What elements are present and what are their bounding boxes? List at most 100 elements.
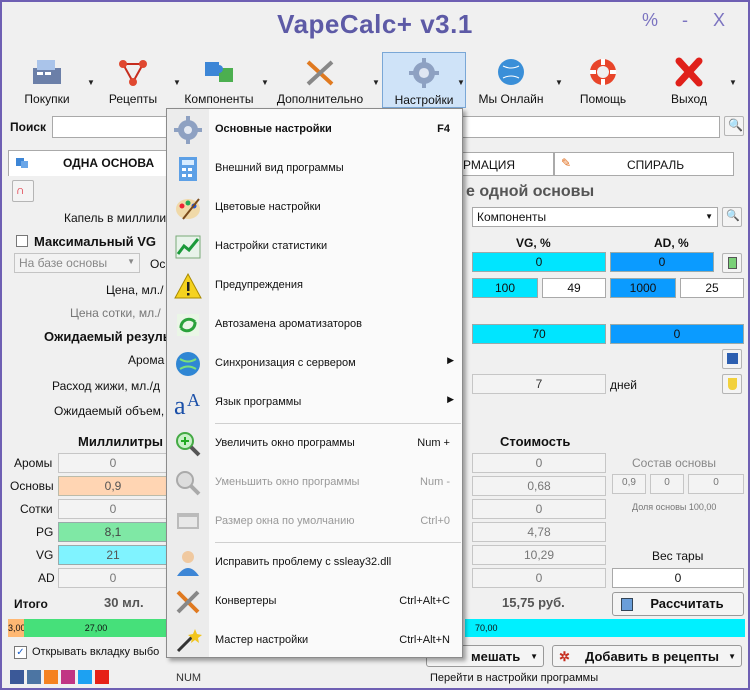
ml-aromas[interactable]: 0 bbox=[58, 453, 168, 473]
menu-item-label: Синхронизация с сервером bbox=[215, 357, 356, 369]
toolbar-purchases[interactable]: Покупки bbox=[6, 52, 88, 108]
youtube-icon[interactable] bbox=[95, 670, 109, 684]
ad-header: AD, % bbox=[654, 236, 689, 250]
menu-item-zoom-out: Уменьшить окно программы Num - bbox=[167, 464, 462, 502]
vg-percent-input[interactable]: 0 bbox=[472, 252, 606, 272]
tab-one-base[interactable]: ОДНА ОСНОВА bbox=[8, 150, 168, 176]
ml-pg[interactable]: 8,1 bbox=[58, 522, 168, 542]
minimize-button[interactable]: - bbox=[682, 10, 688, 31]
cost-bases[interactable]: 0,68 bbox=[472, 476, 606, 496]
max-vg-checkbox[interactable] bbox=[16, 235, 28, 247]
search-icon: 🔍 bbox=[726, 210, 740, 222]
menu-item-warnings[interactable]: Предупреждения bbox=[167, 267, 462, 305]
toolbar-label: Компоненты bbox=[184, 92, 254, 106]
toolbar-exit[interactable]: Выход bbox=[648, 52, 730, 108]
base-comp-pg[interactable]: 0,9 bbox=[612, 474, 646, 494]
tab-spiral[interactable]: ✎ СПИРАЛЬ bbox=[554, 152, 734, 176]
open-tab-label: Открывать вкладку выбо bbox=[32, 646, 160, 658]
days-input[interactable]: 7 bbox=[472, 374, 606, 394]
menu-item-statistics-settings[interactable]: Настройки статистики bbox=[167, 228, 462, 266]
ad-result[interactable]: 0 bbox=[610, 324, 744, 344]
toolbar-additional[interactable]: Дополнительно bbox=[272, 52, 368, 108]
flask-button[interactable] bbox=[722, 374, 742, 394]
cost-aromas[interactable]: 0 bbox=[472, 453, 606, 473]
chevron-down-icon: ▼ bbox=[127, 257, 135, 266]
chevron-down-icon[interactable]: ▼ bbox=[372, 78, 380, 87]
menu-item-flavor-autoreplace[interactable]: Автозамена ароматизаторов bbox=[167, 306, 462, 344]
components-select[interactable]: Компоненты ▼ bbox=[472, 207, 718, 227]
ad-price-input[interactable]: 1000 bbox=[610, 278, 676, 298]
spiral-icon: ✎ bbox=[561, 156, 572, 170]
toolbar-label: Рецепты bbox=[108, 92, 158, 106]
menu-item-label: Автозамена ароматизаторов bbox=[215, 318, 362, 330]
ml-hundreds[interactable]: 0 bbox=[58, 499, 168, 519]
base-composition-label: Состав основы bbox=[632, 456, 717, 470]
bottle-button[interactable] bbox=[722, 253, 742, 273]
menu-item-zoom-in[interactable]: Увеличить окно программы Num + bbox=[167, 425, 462, 463]
menu-item-sync-server[interactable]: Синхронизация с сервером ▶ bbox=[167, 345, 462, 383]
row-label: Сотки bbox=[20, 502, 53, 516]
row-label: Аромы bbox=[14, 456, 53, 470]
toolbar-online[interactable]: Мы Онлайн bbox=[470, 52, 552, 108]
vg-result[interactable]: 70 bbox=[472, 324, 606, 344]
search-button[interactable]: 🔍 bbox=[724, 116, 744, 136]
menu-separator bbox=[215, 423, 461, 424]
open-tab-checkbox[interactable]: ✓ bbox=[14, 646, 27, 659]
calculate-button[interactable]: Рассчитать bbox=[612, 592, 744, 616]
ml-ad[interactable]: 0 bbox=[58, 568, 168, 588]
menu-item-appearance[interactable]: Внешний вид программы bbox=[167, 150, 462, 188]
cost-vg[interactable]: 10,29 bbox=[472, 545, 606, 565]
menu-item-language[interactable]: aA Язык программы ▶ bbox=[167, 384, 462, 422]
facebook-icon[interactable] bbox=[10, 670, 24, 684]
base-select[interactable]: На базе основы ▼ bbox=[14, 253, 140, 273]
bar-segment-vg: 70,00 bbox=[465, 619, 745, 637]
menu-item-fix-ssleay[interactable]: Исправить проблему с ssleay32.dll bbox=[167, 544, 462, 582]
ad-percent-input[interactable]: 0 bbox=[610, 252, 714, 272]
menu-item-setup-wizard[interactable]: Мастер настройки Ctrl+Alt+N bbox=[167, 622, 462, 660]
add-to-recipes-button[interactable]: ✲ Добавить в рецепты ▼ bbox=[552, 645, 742, 667]
magnet-button[interactable]: ∩ bbox=[12, 180, 34, 202]
ml-vg[interactable]: 21 bbox=[58, 545, 168, 565]
ml-bases[interactable]: 0,9 bbox=[58, 476, 168, 496]
cost-ad[interactable]: 0 bbox=[472, 568, 606, 588]
chevron-down-icon[interactable]: ▼ bbox=[457, 78, 465, 87]
toolbar-recipes[interactable]: Рецепты bbox=[92, 52, 174, 108]
calculate-label: Рассчитать bbox=[650, 596, 724, 611]
cost-header: Стоимость bbox=[500, 434, 571, 449]
cost-hundreds[interactable]: 0 bbox=[472, 499, 606, 519]
instagram-icon[interactable] bbox=[61, 670, 75, 684]
bar-segment-label: 3,00 bbox=[8, 623, 26, 633]
toolbar-help[interactable]: Помощь bbox=[562, 52, 644, 108]
ad-price-secondary[interactable]: 25 bbox=[680, 278, 744, 298]
chevron-down-icon[interactable]: ▼ bbox=[261, 78, 269, 87]
base-comp-vg[interactable]: 0 bbox=[650, 474, 684, 494]
window-icon bbox=[177, 513, 199, 529]
refresh-icon bbox=[177, 314, 199, 336]
menu-item-main-settings[interactable]: Основные настройки F4 bbox=[167, 111, 462, 149]
odnoklassniki-icon[interactable] bbox=[44, 670, 58, 684]
mix-label: мешать bbox=[471, 649, 521, 664]
chevron-down-icon[interactable]: ▼ bbox=[729, 78, 737, 87]
percent-button[interactable]: % bbox=[642, 10, 658, 31]
menu-item-shortcut: Ctrl+Alt+N bbox=[399, 634, 450, 646]
tare-input[interactable]: 0 bbox=[612, 568, 744, 588]
menu-item-color-settings[interactable]: Цветовые настройки bbox=[167, 189, 462, 227]
globe-icon bbox=[498, 59, 524, 85]
os-label: Ос bbox=[150, 257, 166, 271]
toolbar-components[interactable]: Компоненты bbox=[178, 52, 260, 108]
chevron-down-icon: ▼ bbox=[530, 652, 538, 661]
menu-item-converters[interactable]: Конвертеры Ctrl+Alt+C bbox=[167, 583, 462, 621]
close-button[interactable]: X bbox=[713, 10, 725, 31]
cost-total: 15,75 руб. bbox=[502, 595, 565, 610]
base-comp-ad[interactable]: 0 bbox=[688, 474, 744, 494]
vg-price-input[interactable]: 100 bbox=[472, 278, 538, 298]
toolbar-settings[interactable]: Настройки bbox=[382, 52, 466, 108]
vg-price-secondary[interactable]: 49 bbox=[542, 278, 606, 298]
vk-icon[interactable] bbox=[27, 670, 41, 684]
twitter-icon[interactable] bbox=[78, 670, 92, 684]
save-button[interactable] bbox=[722, 349, 742, 369]
cost-pg[interactable]: 4,78 bbox=[472, 522, 606, 542]
menu-item-label: Настройки статистики bbox=[215, 240, 328, 252]
menu-item-label: Конвертеры bbox=[215, 595, 277, 607]
search-components-button[interactable]: 🔍 bbox=[722, 207, 742, 227]
